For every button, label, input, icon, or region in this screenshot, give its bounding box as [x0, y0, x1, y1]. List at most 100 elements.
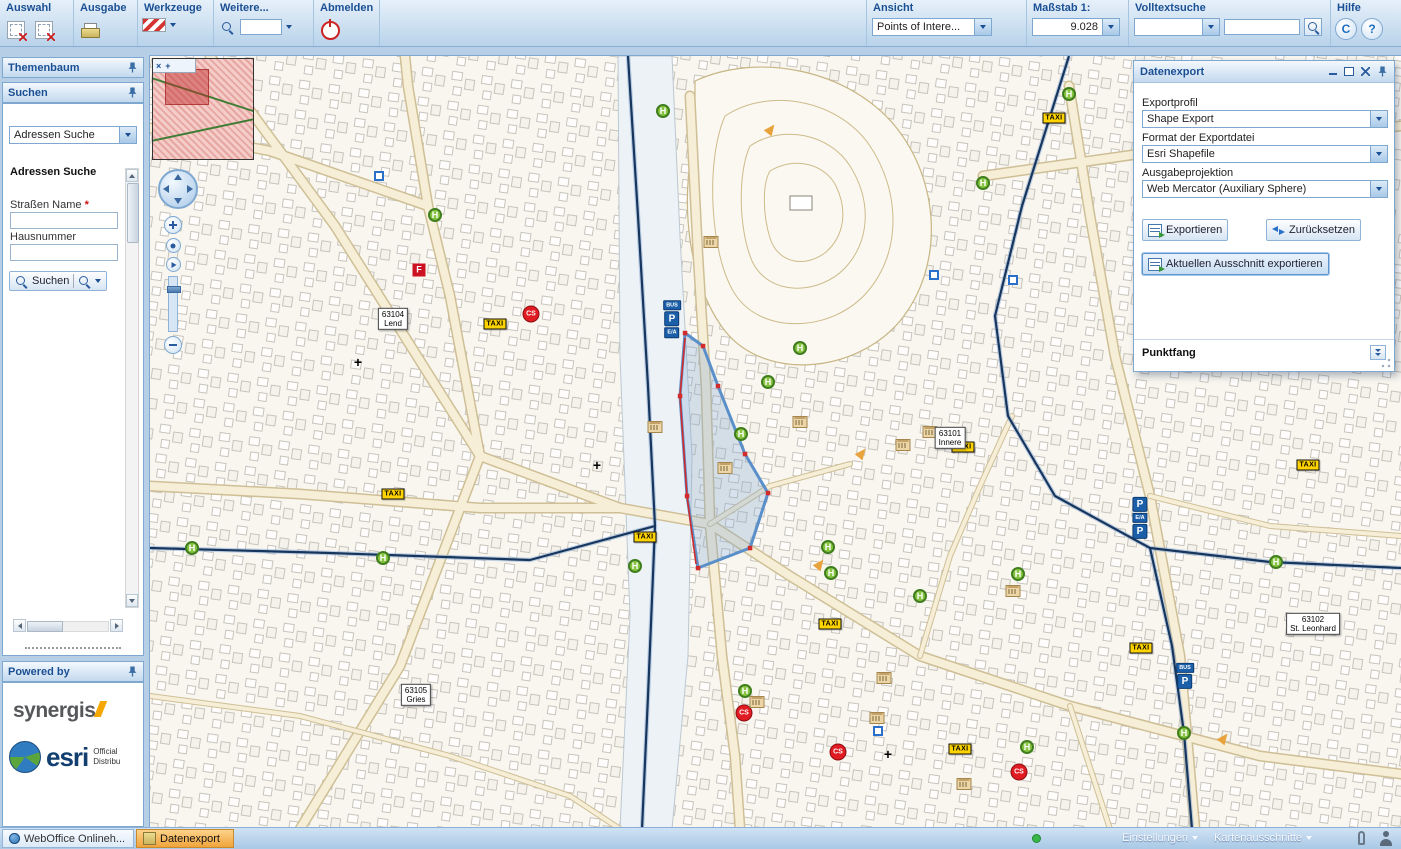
- map-marker-arrow[interactable]: [1217, 731, 1232, 746]
- vertical-scrollbar[interactable]: [125, 168, 139, 608]
- kartenausschnitte-menu[interactable]: Kartenausschnitte: [1214, 832, 1312, 844]
- map-marker-pstack[interactable]: PE/AP: [1132, 497, 1147, 539]
- scroll-right-button[interactable]: [110, 619, 123, 632]
- map-marker-h[interactable]: H: [821, 540, 835, 554]
- tab-datenexport[interactable]: Datenexport: [136, 829, 234, 848]
- minimize-icon[interactable]: [1329, 68, 1337, 76]
- powered-by-header[interactable]: Powered by: [2, 661, 144, 682]
- map-marker-h[interactable]: H: [1269, 555, 1283, 569]
- map-marker-taxi[interactable]: TAXI: [1042, 113, 1065, 124]
- map-marker-bluesq[interactable]: [374, 171, 384, 181]
- map-marker-cs[interactable]: CS: [1011, 764, 1028, 781]
- map-marker-h[interactable]: H: [376, 551, 390, 565]
- map-marker-taxi[interactable]: TAXI: [1296, 460, 1319, 471]
- pan-control[interactable]: [158, 169, 198, 209]
- hausnummer-input[interactable]: [10, 244, 118, 261]
- logout-button[interactable]: [318, 18, 342, 42]
- map-marker-h[interactable]: H: [734, 427, 748, 441]
- map-marker-museum[interactable]: [750, 696, 765, 708]
- zoom-tool-button[interactable]: [218, 18, 236, 36]
- weitere-dropdown-icon[interactable]: [286, 25, 292, 29]
- projektion-select[interactable]: Web Mercator (Auxiliary Sphere): [1142, 180, 1388, 198]
- exportprofil-select[interactable]: Shape Export: [1142, 110, 1388, 128]
- menu-weitere[interactable]: Weitere...: [220, 2, 269, 14]
- map-marker-h[interactable]: H: [1011, 567, 1025, 581]
- map-marker-museum[interactable]: [648, 421, 663, 433]
- map-marker-cross[interactable]: +: [593, 458, 601, 472]
- search-mode-dropdown-button[interactable]: [119, 127, 136, 143]
- format-select[interactable]: Esri Shapefile: [1142, 145, 1388, 163]
- map-marker-h[interactable]: H: [761, 375, 775, 389]
- map-marker-h[interactable]: H: [824, 566, 838, 580]
- map-marker-museum[interactable]: [1006, 585, 1021, 597]
- map-marker-cross[interactable]: +: [354, 355, 362, 369]
- map-marker-bluesq[interactable]: [1008, 275, 1018, 285]
- map-marker-bluesq[interactable]: [873, 726, 883, 736]
- suchen-header[interactable]: Suchen: [2, 82, 144, 103]
- map-marker-museum[interactable]: [793, 416, 808, 428]
- map-marker-pstack[interactable]: BUSPE/A: [663, 300, 681, 338]
- overview-map-body[interactable]: [153, 59, 253, 159]
- pin-icon[interactable]: [1377, 66, 1388, 77]
- map-marker-arrow[interactable]: [764, 122, 779, 137]
- horizontal-scrollbar[interactable]: [13, 619, 123, 633]
- search-mode-select[interactable]: Adressen Suche: [9, 126, 137, 144]
- map-marker-taxi[interactable]: TAXI: [381, 489, 404, 500]
- overview-extent-box[interactable]: [165, 69, 209, 105]
- synergis-logo[interactable]: synergis: [13, 699, 104, 723]
- clear-selection-button[interactable]: [4, 18, 28, 42]
- zoom-slider[interactable]: [168, 276, 178, 332]
- menu-ausgabe[interactable]: Ausgabe: [80, 2, 126, 14]
- zoom-next-extent-button[interactable]: [166, 257, 181, 272]
- map-marker-h[interactable]: H: [976, 176, 990, 190]
- map-marker-museum[interactable]: [718, 462, 733, 474]
- menu-auswahl[interactable]: Auswahl: [6, 2, 51, 14]
- pan-north-icon[interactable]: [174, 174, 182, 180]
- map-marker-cs[interactable]: CS: [830, 744, 847, 761]
- map-marker-museum[interactable]: [957, 778, 972, 790]
- map-marker-f[interactable]: F: [413, 264, 426, 277]
- map-marker-museum[interactable]: [877, 672, 892, 684]
- map-marker-taxi[interactable]: TAXI: [633, 532, 656, 543]
- exportieren-button[interactable]: Exportieren: [1142, 219, 1228, 241]
- map-marker-museum[interactable]: [704, 236, 719, 248]
- map-marker-h[interactable]: H: [793, 341, 807, 355]
- themenbaum-header[interactable]: Themenbaum: [2, 57, 144, 78]
- volltextsuche-input[interactable]: [1224, 19, 1300, 35]
- zoom-out-button[interactable]: [164, 336, 182, 354]
- zoom-full-extent-button[interactable]: [166, 238, 181, 253]
- pin-icon[interactable]: [127, 87, 138, 98]
- help-button[interactable]: ?: [1361, 18, 1383, 40]
- massstab-select[interactable]: 9.028: [1032, 18, 1120, 36]
- volltextsuche-search-button[interactable]: [1304, 18, 1322, 36]
- volltextsuche-dropdown-button[interactable]: [1202, 19, 1219, 35]
- scroll-down-button[interactable]: [126, 594, 138, 607]
- weitere-input[interactable]: [240, 19, 282, 35]
- tab-weboffice-online[interactable]: WebOffice Onlineh...: [2, 829, 134, 848]
- pan-west-icon[interactable]: [163, 185, 169, 193]
- map-marker-taxi[interactable]: TAXI: [1129, 643, 1152, 654]
- ansicht-select[interactable]: Points of Intere...: [872, 18, 992, 36]
- overview-map[interactable]: × +: [152, 58, 254, 160]
- map-marker-h[interactable]: H: [428, 208, 442, 222]
- map-marker-h[interactable]: H: [1020, 740, 1034, 754]
- horizontal-scroll-thumb[interactable]: [27, 621, 63, 632]
- overview-close-icon[interactable]: ×: [156, 61, 161, 71]
- esri-logo[interactable]: esri Official Distribu: [9, 741, 120, 773]
- ausschnitt-export-button[interactable]: Aktuellen Ausschnitt exportieren: [1142, 253, 1329, 275]
- scroll-thumb[interactable]: [127, 183, 139, 243]
- projektion-dropdown-button[interactable]: [1370, 181, 1387, 197]
- massstab-dropdown-button[interactable]: [1102, 19, 1119, 35]
- map-marker-cross[interactable]: +: [884, 747, 892, 761]
- map-marker-bluesq[interactable]: [929, 270, 939, 280]
- map-marker-h[interactable]: H: [913, 589, 927, 603]
- print-button[interactable]: [78, 18, 102, 42]
- ansicht-dropdown-button[interactable]: [974, 19, 991, 35]
- pan-east-icon[interactable]: [187, 185, 193, 193]
- exportprofil-dropdown-button[interactable]: [1370, 111, 1387, 127]
- attachment-icon[interactable]: [1358, 831, 1365, 845]
- pin-icon[interactable]: [127, 666, 138, 677]
- menu-abmelden[interactable]: Abmelden: [320, 2, 373, 14]
- datenexport-titlebar[interactable]: Datenexport: [1134, 61, 1394, 83]
- menu-werkzeuge[interactable]: Werkzeuge: [144, 2, 202, 14]
